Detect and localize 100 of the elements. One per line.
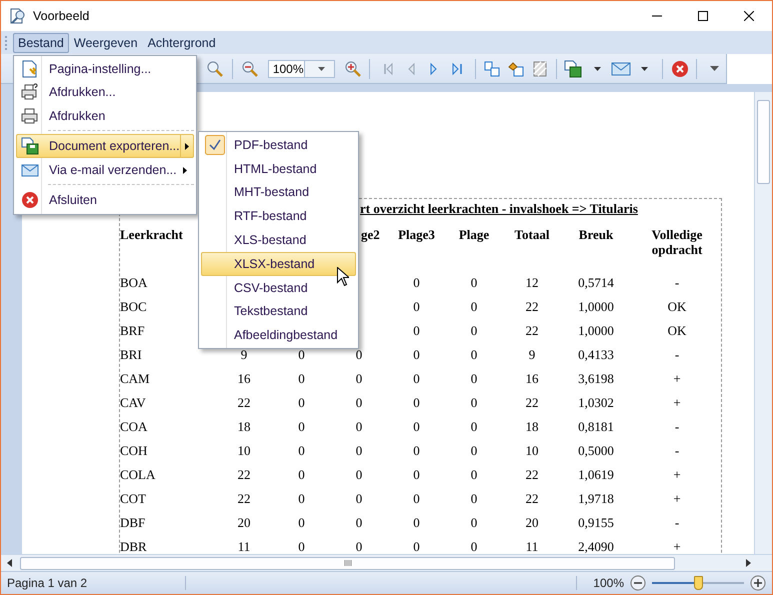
menu-item[interactable]: Via e-mail verzenden... <box>16 158 194 182</box>
table-cell: COLA <box>120 467 156 482</box>
menu-item[interactable]: Bestand <box>13 32 69 52</box>
table-cell: BRF <box>120 323 145 338</box>
table-cell: 16 <box>238 371 250 386</box>
zoom-slider[interactable] <box>652 576 744 590</box>
menu-item[interactable]: Afbeeldingbestand <box>201 323 356 348</box>
menu-item[interactable]: Achtergrond <box>142 32 221 52</box>
caret-icon[interactable] <box>594 66 602 70</box>
page-indicator: Pagina 1 van 2 <box>1 576 186 590</box>
caret-icon[interactable] <box>710 66 719 71</box>
table-cell: 0 <box>298 515 305 530</box>
table-cell: COH <box>120 443 148 458</box>
table-cell: 0 <box>413 299 420 314</box>
table-cell: COT <box>120 491 146 506</box>
report-title: rt overzicht leerkrachten - invalshoek => Titularis <box>360 201 638 217</box>
caret-icon <box>318 66 325 70</box>
column-header: Totaal <box>514 227 550 242</box>
table-cell: 20 <box>526 515 538 530</box>
table-cell: DBR <box>120 539 147 554</box>
column-header: Plage <box>458 227 490 242</box>
vertical-scrollbar[interactable] <box>754 92 772 554</box>
table-cell: 0 <box>470 347 478 362</box>
table-cell: 0 <box>470 299 478 314</box>
table-cell: 9 <box>528 347 536 362</box>
scrollbar-thumb[interactable] <box>757 100 770 184</box>
menu-item[interactable]: Pagina-instelling... <box>16 58 194 80</box>
column-header: Plage3 <box>398 227 435 242</box>
menu-item[interactable]: Tekstbestand <box>201 300 356 324</box>
last-page-icon[interactable] <box>452 60 464 76</box>
menu-item[interactable]: HTML-bestand <box>201 156 356 181</box>
table-cell: 0 <box>413 467 420 482</box>
table-cell: Leerkracht <box>120 227 183 242</box>
printer-icon <box>21 107 39 125</box>
table-cell: + <box>673 491 681 506</box>
caret-icon[interactable] <box>641 66 648 70</box>
table-cell: COA <box>120 419 148 434</box>
window-title: Voorbeeld <box>33 9 90 23</box>
scrollbar-thumb[interactable] <box>20 556 675 570</box>
table-cell: 0 <box>413 275 420 290</box>
grip-icon <box>344 560 352 566</box>
table-cell: 0 <box>470 491 478 506</box>
table-cell: - <box>674 347 680 362</box>
table-cell: 0 <box>356 467 362 482</box>
zoom-out-icon[interactable] <box>630 575 646 591</box>
floppy-icon <box>21 137 39 155</box>
table-cell: BOC <box>120 299 147 314</box>
table-cell: 16 <box>526 371 538 386</box>
table-cell: 0 <box>356 491 362 506</box>
table-cell: CAV <box>120 395 146 410</box>
menu-item[interactable]: CSV-bestand <box>201 276 356 300</box>
table-cell: 0 <box>413 515 420 530</box>
table-cell: 0 <box>298 443 305 458</box>
menu-item[interactable]: PDF-bestand <box>201 133 356 157</box>
table-cell: 1,0619 <box>578 467 614 482</box>
table-cell: + <box>673 371 681 386</box>
menu-item[interactable]: RTF-bestand <box>201 204 356 228</box>
table-cell: 22 <box>526 467 538 482</box>
table-cell: BRI <box>120 347 142 362</box>
mouse-pointer-icon <box>337 267 349 286</box>
table-cell: 22 <box>526 323 538 338</box>
table-cell: - <box>674 515 680 530</box>
menu-item[interactable]: Afdrukken <box>16 104 194 128</box>
table-cell: 3,6198 <box>578 371 614 386</box>
scroll-right-icon[interactable] <box>746 559 750 567</box>
table-cell: 22 <box>526 491 538 506</box>
table-cell: 0 <box>356 347 362 362</box>
table-cell: OK <box>668 299 686 314</box>
table-cell: 0 <box>413 347 420 362</box>
menu-item[interactable]: Weergeven <box>68 32 143 52</box>
table-cell: 18 <box>238 419 250 434</box>
table-cell: 22 <box>526 395 538 410</box>
table-cell: 1,0302 <box>578 395 614 410</box>
menu-item[interactable]: MHT-bestand <box>201 180 356 204</box>
table-cell: 0,5714 <box>578 275 614 290</box>
slider-thumb[interactable] <box>694 576 703 590</box>
page-setup-icon <box>21 60 39 78</box>
scroll-left-icon[interactable] <box>6 559 12 567</box>
zoom-combo[interactable]: 100% <box>268 60 335 78</box>
envelope-icon[interactable] <box>611 60 632 76</box>
table-cell: 0 <box>470 443 478 458</box>
table-cell: 0 <box>413 395 420 410</box>
table-cell: 11 <box>526 539 538 554</box>
table-cell: 10 <box>526 443 538 458</box>
table-cell: - <box>674 419 680 434</box>
table-cell: 0 <box>298 395 305 410</box>
menu-item[interactable]: XLS-bestand <box>201 228 356 252</box>
table-cell: - <box>674 275 680 290</box>
table-cell: 0 <box>356 539 362 554</box>
table-cell: 0 <box>470 395 478 410</box>
table-cell: 1,0000 <box>578 323 614 338</box>
table-cell: 22 <box>238 467 250 482</box>
maximize-icon <box>698 11 708 21</box>
menu-item[interactable]: Afsluiten <box>16 188 194 212</box>
table-cell: 0 <box>413 443 420 458</box>
table-cell: 20 <box>238 515 250 530</box>
menu-item[interactable]: Afdrukken... <box>16 80 194 104</box>
menu-item[interactable]: Document exporteren... <box>16 134 194 158</box>
table-cell: 0 <box>470 419 478 434</box>
menu-item[interactable]: XLSX-bestand <box>201 252 356 276</box>
